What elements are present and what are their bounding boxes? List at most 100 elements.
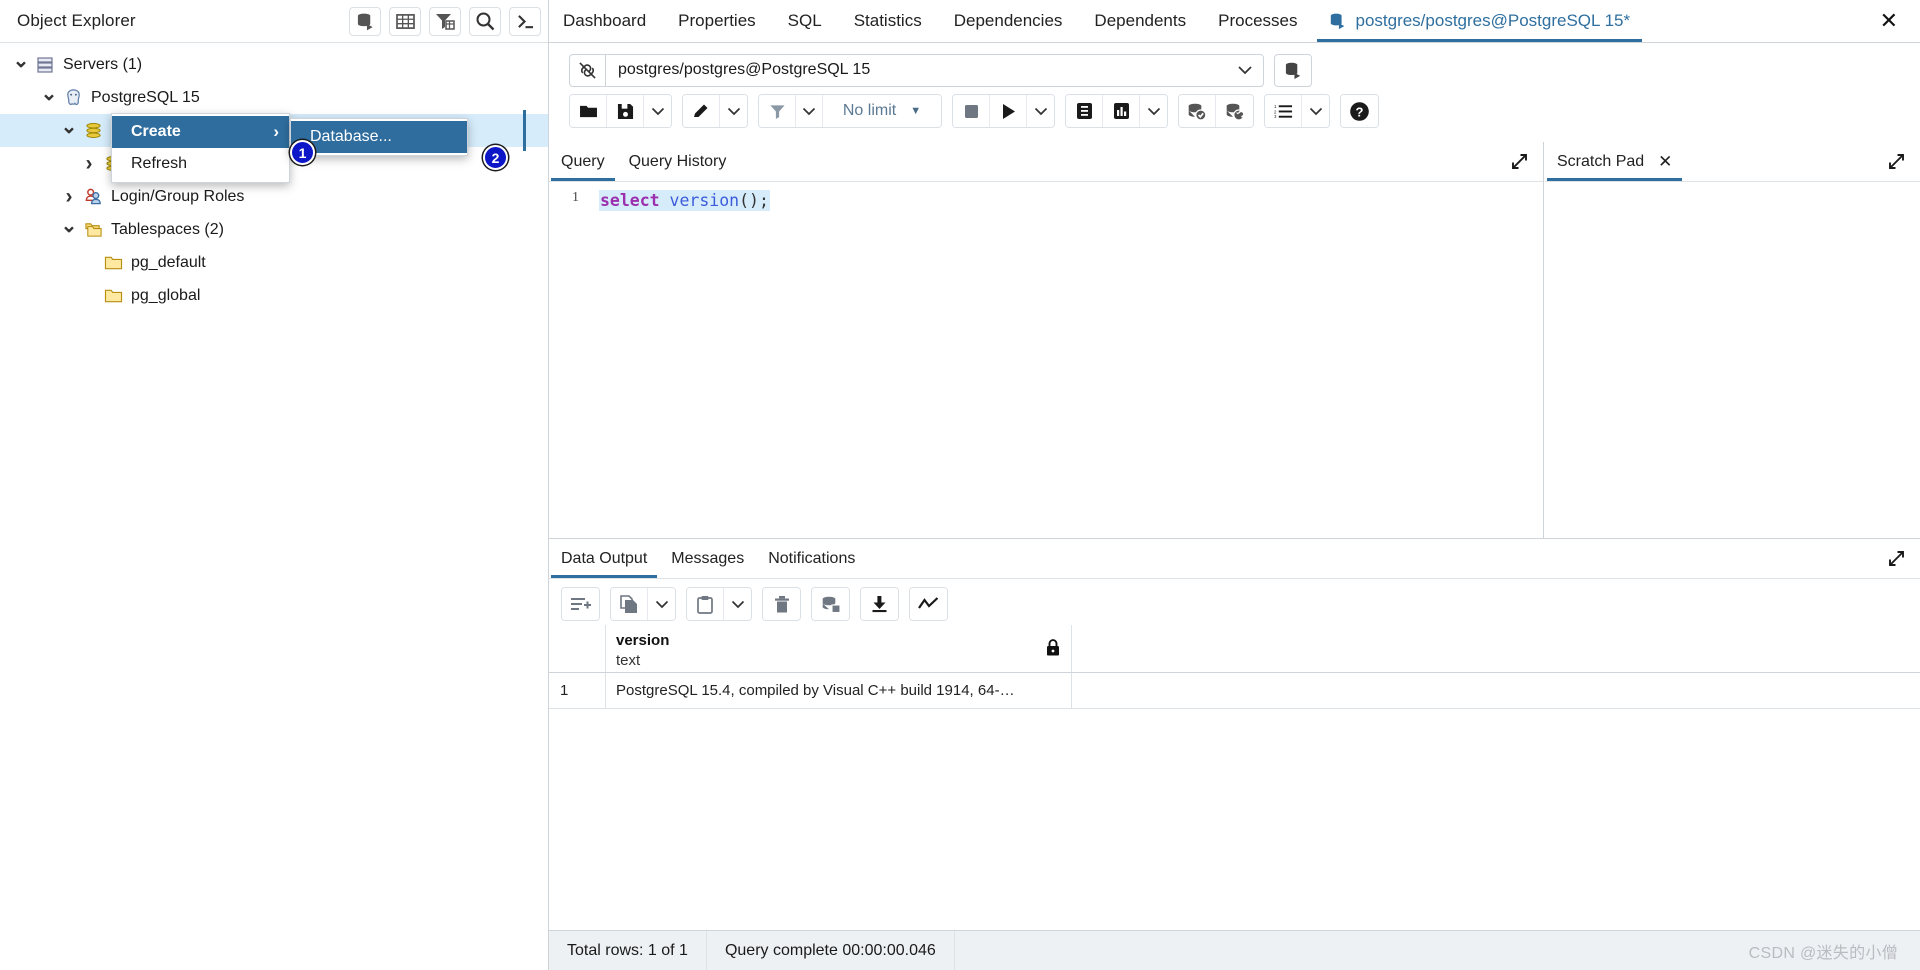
context-menu-item-refresh[interactable]: Refresh [112, 148, 289, 180]
tree-item-postgresql-15[interactable]: PostgreSQL 15 [0, 81, 548, 114]
tab-properties[interactable]: Properties [662, 0, 771, 42]
tab-label: Notifications [768, 549, 856, 567]
tab-sql[interactable]: SQL [772, 0, 838, 42]
macros-button[interactable]: 1 2 3 [1265, 95, 1302, 127]
tab-label: Dashboard [563, 11, 647, 30]
tab-data-output[interactable]: Data Output [549, 539, 659, 578]
expand-editor-button[interactable] [1496, 142, 1543, 181]
explain-dropdown-button[interactable] [1140, 95, 1167, 127]
tab-dependencies[interactable]: Dependencies [938, 0, 1079, 42]
top-tab-strip: Dashboard Properties SQL Statistics Depe… [549, 0, 1920, 43]
tab-messages[interactable]: Messages [659, 539, 756, 578]
tree-item-servers[interactable]: Servers (1) [0, 48, 548, 81]
tree-item-pg-default[interactable]: pg_default [0, 246, 548, 279]
graph-group [909, 587, 948, 621]
paste-button[interactable] [687, 588, 724, 620]
save-data-group [811, 587, 850, 621]
expand-results-button[interactable] [1873, 539, 1920, 578]
row-cell-version[interactable]: PostgreSQL 15.4, compiled by Visual C++ … [606, 673, 1072, 708]
tree-item-login-group-roles[interactable]: Login/Group Roles [0, 180, 548, 213]
add-row-button[interactable] [562, 588, 599, 620]
paste-group [686, 587, 752, 621]
chevron-down-icon[interactable] [58, 226, 80, 234]
filter-limit-group: No limit ▼ [758, 94, 942, 128]
edit-button-group [682, 94, 748, 128]
row-limit-select[interactable]: No limit ▼ [823, 95, 941, 127]
table-row[interactable]: 1 PostgreSQL 15.4, compiled by Visual C+… [549, 673, 1920, 709]
macros-dropdown-button[interactable] [1302, 95, 1329, 127]
explain-button[interactable] [1066, 95, 1103, 127]
connection-status-button[interactable] [569, 53, 605, 87]
main-area: Dashboard Properties SQL Statistics Depe… [549, 0, 1920, 970]
editor-line-numbers: 1 [549, 182, 587, 538]
delete-trash-icon [774, 595, 790, 614]
chevron-right-icon[interactable] [58, 185, 80, 209]
tree-item-tablespaces[interactable]: Tablespaces (2) [0, 213, 548, 246]
paste-dropdown-button[interactable] [724, 588, 751, 620]
tab-statistics[interactable]: Statistics [838, 0, 938, 42]
expand-arrows-icon [1887, 152, 1906, 171]
filter-table-icon [435, 12, 455, 30]
psql-tool-button[interactable] [509, 6, 541, 36]
scratch-pad-textarea[interactable] [1545, 182, 1920, 538]
stop-query-button[interactable] [953, 95, 990, 127]
grid-column-version[interactable]: version text [606, 625, 1072, 672]
rollback-button[interactable] [1216, 95, 1253, 127]
close-tab-button[interactable]: ✕ [1870, 0, 1920, 42]
edit-dropdown-button[interactable] [720, 95, 747, 127]
tab-query[interactable]: Query [549, 142, 617, 181]
copy-dropdown-button[interactable] [648, 588, 675, 620]
download-csv-button[interactable] [861, 588, 898, 620]
close-scratch-pad-icon[interactable]: ✕ [1658, 152, 1672, 172]
chevron-down-icon[interactable] [10, 61, 32, 69]
submenu-item-database[interactable]: Database... [291, 121, 467, 153]
tree-item-label: Tablespaces (2) [111, 220, 224, 238]
sql-code-editor[interactable]: 1 select version(); [549, 182, 1543, 538]
expand-scratch-pad-button[interactable] [1873, 142, 1920, 181]
connection-select[interactable]: postgres/postgres@PostgreSQL 15 [605, 53, 1264, 87]
filter-dropdown-button[interactable] [796, 95, 823, 127]
edit-button[interactable] [683, 95, 720, 127]
editor-content[interactable]: select version(); [587, 182, 1543, 538]
search-objects-button[interactable] [469, 6, 501, 36]
filter-button[interactable] [759, 95, 796, 127]
copy-button[interactable] [611, 588, 648, 620]
help-icon: ? [1349, 101, 1370, 122]
filtered-rows-button[interactable] [429, 6, 461, 36]
execute-query-button[interactable] [990, 95, 1027, 127]
tab-label: Query [561, 152, 605, 170]
commit-button[interactable] [1179, 95, 1216, 127]
chevron-down-icon[interactable] [58, 127, 80, 135]
tab-query-tool[interactable]: postgres/postgres@PostgreSQL 15* [1313, 0, 1646, 42]
help-button[interactable]: ? [1341, 95, 1378, 127]
delete-row-button[interactable] [763, 588, 800, 620]
tab-processes[interactable]: Processes [1202, 0, 1313, 42]
execute-dropdown-button[interactable] [1027, 95, 1054, 127]
add-server-button[interactable] [349, 6, 381, 36]
graph-visualiser-icon [918, 596, 939, 612]
explain-analyze-button[interactable] [1103, 95, 1140, 127]
new-connection-button[interactable] [1274, 53, 1312, 87]
save-data-changes-button[interactable] [812, 588, 849, 620]
tab-dependents[interactable]: Dependents [1078, 0, 1202, 42]
tabstrip-spacer [1646, 0, 1869, 42]
open-file-button[interactable] [570, 95, 607, 127]
tree-item-pg-global[interactable]: pg_global [0, 279, 548, 312]
tab-query-history[interactable]: Query History [617, 142, 739, 181]
graph-visualiser-button[interactable] [910, 588, 947, 620]
connection-value: postgres/postgres@PostgreSQL 15 [618, 61, 871, 78]
context-menu-item-create[interactable]: Create › [112, 116, 289, 148]
chevron-right-icon[interactable] [78, 152, 100, 176]
explain-button-group [1065, 94, 1168, 128]
tab-scratch-pad[interactable]: Scratch Pad ✕ [1545, 142, 1684, 181]
tab-dashboard[interactable]: Dashboard [549, 0, 662, 42]
context-menu-item-label: Create [131, 123, 181, 140]
tab-label: Data Output [561, 549, 648, 567]
svg-text:?: ? [1356, 104, 1364, 119]
save-dropdown-button[interactable] [644, 95, 671, 127]
view-data-button[interactable] [389, 6, 421, 36]
chevron-down-icon[interactable] [38, 94, 60, 102]
save-file-button[interactable] [607, 95, 644, 127]
tab-notifications[interactable]: Notifications [756, 539, 867, 578]
scratch-pad-tab-strip: Scratch Pad ✕ [1545, 142, 1920, 182]
